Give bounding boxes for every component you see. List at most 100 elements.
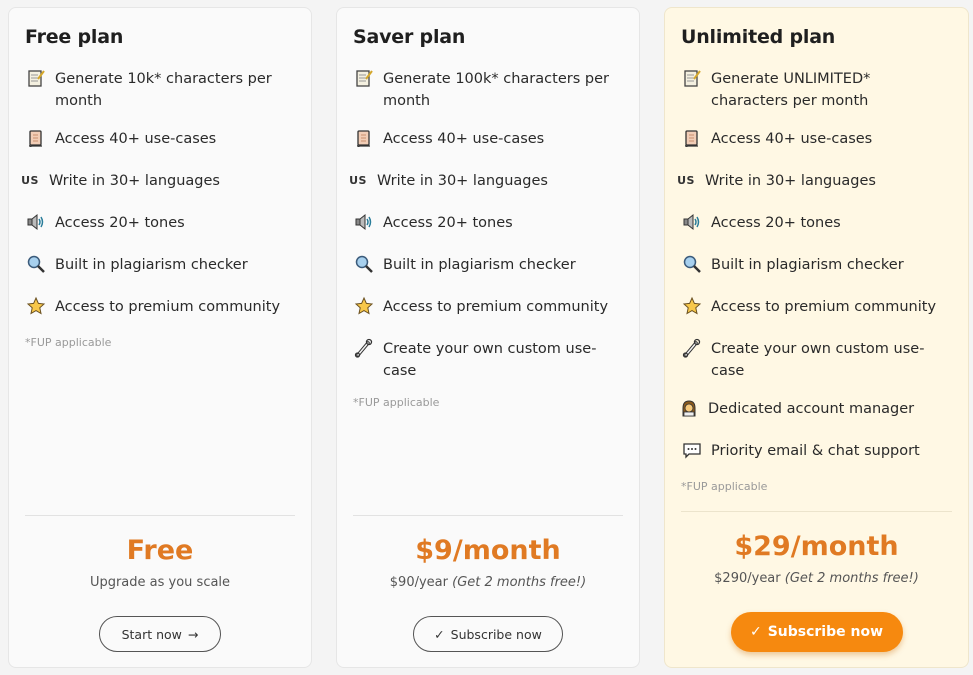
feature-text: Generate 100k* characters per month [383,71,609,109]
us-flag-icon: US [677,173,695,187]
feature-text: Access 40+ use-cases [711,131,873,147]
feature-item: Create your own custom use-case [353,338,625,382]
divider [353,515,623,516]
feature-item: US Write in 30+ languages [19,170,297,192]
check-icon: ✓ [749,624,762,640]
feature-item: Generate 100k* characters per month [353,68,625,112]
plan-title: Saver plan [353,26,466,48]
fup-note: *FUP applicable [353,396,440,409]
feature-item: US Write in 30+ languages [675,170,954,192]
speaker-icon [25,212,47,232]
feature-item: Access to premium community [681,296,954,318]
feature-item: Access 20+ tones [681,212,954,234]
plan-card-unlimited: Unlimited plan Generate UNLIMITED* chara… [664,7,969,668]
feature-item: Access to premium community [25,296,297,318]
feature-item: Built in plagiarism checker [681,254,954,276]
feature-text: Generate 10k* characters per month [55,71,272,109]
feature-item: Dedicated account manager [681,398,954,420]
feature-item: Generate UNLIMITED* characters per month [681,68,954,112]
arrow-right-icon: → [187,626,199,642]
feature-item: Generate 10k* characters per month [25,68,297,112]
magnifier-icon [353,254,375,274]
feature-text: Write in 30+ languages [377,173,548,189]
feature-text: Access to premium community [55,299,281,315]
plan-card-free: Free plan Generate 10k* characters per m… [8,7,312,668]
subprice-note: (Get 2 months free!) [452,575,587,590]
feature-text: Access 40+ use-cases [55,131,217,147]
feature-item: Access 20+ tones [353,212,625,234]
feature-item: Priority email & chat support [681,440,954,462]
speaker-icon [353,212,375,232]
feature-text: Built in plagiarism checker [711,257,904,273]
button-label: Subscribe now [767,624,884,640]
feature-list: Generate 100k* characters per month Acce… [349,68,625,409]
fup-note: *FUP applicable [681,480,768,493]
scroll-icon [681,128,703,148]
feature-item: Access to premium community [353,296,625,318]
feature-list: Generate UNLIMITED* characters per month… [677,68,954,493]
feature-text: Access to premium community [383,299,609,315]
plan-subprice: Upgrade as you scale [9,575,311,590]
person-icon [678,398,700,418]
feature-item: Access 40+ use-cases [353,128,625,150]
feature-item: US Write in 30+ languages [347,170,625,192]
wrench-icon [353,338,375,358]
feature-text: Access 40+ use-cases [383,131,545,147]
feature-text: Built in plagiarism checker [55,257,248,273]
magnifier-icon [681,254,703,274]
feature-text: Create your own custom use-case [711,341,925,379]
feature-text: Access to premium community [711,299,937,315]
memo-icon [681,68,703,88]
feature-item: Create your own custom use-case [681,338,954,382]
plan-title: Unlimited plan [681,26,836,48]
speech-bubble-icon [681,440,703,460]
divider [681,511,952,512]
feature-text: Built in plagiarism checker [383,257,576,273]
plan-subprice: $290/year (Get 2 months free!) [665,571,968,586]
divider [25,515,295,516]
check-icon: ✓ [434,626,445,642]
scroll-icon [25,128,47,148]
scroll-icon [353,128,375,148]
start-now-button[interactable]: Start now → [99,616,221,652]
plan-price: $9/month [415,535,561,566]
subscribe-now-button[interactable]: ✓ Subscribe now [730,612,903,652]
subprice-note: (Get 2 months free!) [784,571,919,586]
fup-note: *FUP applicable [25,336,112,349]
feature-item: Built in plagiarism checker [353,254,625,276]
feature-item: Built in plagiarism checker [25,254,297,276]
feature-item: Access 40+ use-cases [25,128,297,150]
plan-subprice: $90/year (Get 2 months free!) [337,575,639,590]
plan-price: $29/month [734,531,899,562]
feature-item: Access 40+ use-cases [681,128,954,150]
subscribe-now-button[interactable]: ✓ Subscribe now [413,616,563,652]
button-label: Subscribe now [450,626,542,642]
feature-text: Priority email & chat support [711,443,920,459]
button-label: Start now [121,626,182,642]
feature-text: Write in 30+ languages [49,173,220,189]
magnifier-icon [25,254,47,274]
feature-item: Access 20+ tones [25,212,297,234]
plan-card-saver: Saver plan Generate 100k* characters per… [336,7,640,668]
subprice-text: $290/year [714,571,781,586]
feature-text: Generate UNLIMITED* characters per month [711,71,871,109]
subprice-text: Upgrade as you scale [89,575,231,590]
feature-text: Create your own custom use-case [383,341,597,379]
speaker-icon [681,212,703,232]
feature-text: Access 20+ tones [55,215,185,231]
feature-text: Dedicated account manager [708,401,915,417]
wrench-icon [681,338,703,358]
star-icon [25,296,47,316]
feature-text: Access 20+ tones [383,215,513,231]
us-flag-icon: US [349,173,367,187]
feature-text: Access 20+ tones [711,215,841,231]
plan-title: Free plan [25,26,124,48]
us-flag-icon: US [21,173,39,187]
feature-list: Generate 10k* characters per month Acces… [21,68,297,349]
star-icon [681,296,703,316]
star-icon [353,296,375,316]
feature-text: Write in 30+ languages [705,173,876,189]
plan-price: Free [126,535,194,566]
memo-icon [25,68,47,88]
subprice-text: $90/year [389,575,448,590]
